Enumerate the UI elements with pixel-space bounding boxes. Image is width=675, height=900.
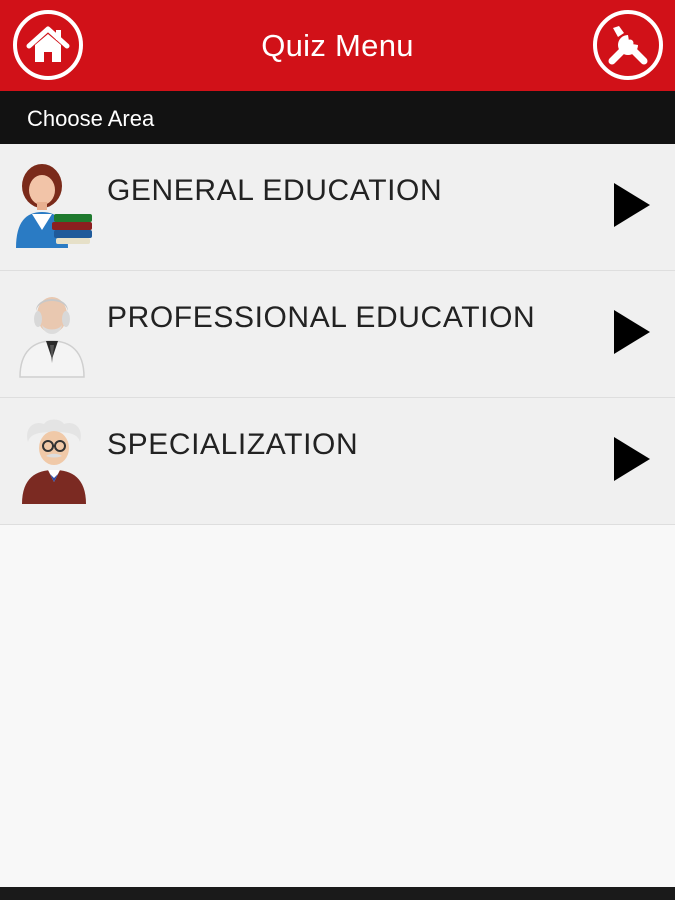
settings-button[interactable]	[593, 10, 663, 80]
section-bar: Choose Area	[0, 91, 675, 144]
play-arrow-icon[interactable]	[612, 181, 652, 229]
app-screen: Quiz Menu Choose Area GENERAL EDUCATION …	[0, 0, 675, 900]
list-item-label: PROFESSIONAL EDUCATION	[107, 301, 536, 334]
list-item-label: GENERAL EDUCATION	[107, 174, 443, 207]
list-item-label: SPECIALIZATION	[107, 428, 359, 461]
elderly-professor-icon	[19, 297, 85, 378]
play-arrow-icon[interactable]	[612, 435, 652, 483]
quiz-area-list: GENERAL EDUCATION PROFESSIONAL EDUCATION…	[0, 144, 675, 525]
app-header: Quiz Menu	[0, 0, 675, 91]
list-item-specialization[interactable]: SPECIALIZATION	[0, 398, 675, 525]
scientist-with-glasses-icon	[22, 419, 86, 504]
page-title: Quiz Menu	[261, 28, 414, 63]
tools-icon	[608, 26, 648, 65]
section-label: Choose Area	[27, 106, 155, 131]
bottom-bar	[0, 887, 675, 900]
list-item-general-education[interactable]: GENERAL EDUCATION	[0, 144, 675, 271]
play-arrow-icon[interactable]	[612, 308, 652, 356]
female-teacher-with-books-icon	[16, 164, 92, 248]
list-item-professional-education[interactable]: PROFESSIONAL EDUCATION	[0, 271, 675, 398]
